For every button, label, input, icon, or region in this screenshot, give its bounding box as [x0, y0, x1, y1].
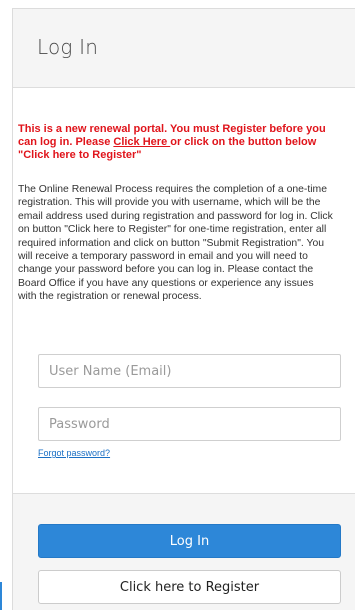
- top-strip: [0, 0, 355, 8]
- click-here-link[interactable]: Click Here: [113, 136, 170, 148]
- forgot-password-link[interactable]: Forgot password?: [38, 448, 110, 458]
- login-card: Log In This is a new renewal portal. You…: [12, 8, 355, 610]
- edge-accent: [0, 582, 2, 610]
- registration-notice: This is a new renewal portal. You must R…: [18, 123, 334, 162]
- card-header: Log In: [13, 9, 355, 88]
- username-input[interactable]: [38, 354, 341, 388]
- login-button[interactable]: Log In: [38, 524, 341, 558]
- page-title: Log In: [37, 35, 99, 59]
- register-button[interactable]: Click here to Register: [38, 570, 341, 604]
- instructions-text: The Online Renewal Process requires the …: [18, 184, 333, 303]
- card-footer: Log In Click here to Register: [13, 493, 355, 610]
- password-input[interactable]: [38, 407, 341, 441]
